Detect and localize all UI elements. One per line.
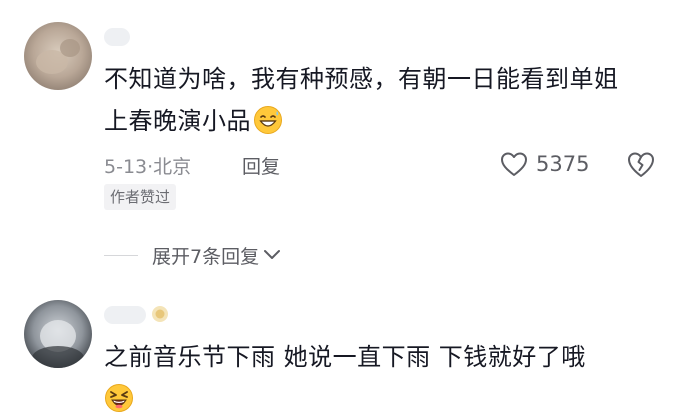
comment-location: 北京 xyxy=(153,156,192,178)
username[interactable] xyxy=(104,306,146,324)
author-liked-badge: 作者赞过 xyxy=(104,184,177,210)
comment-text-segment: 上春晚演小品 xyxy=(104,107,251,135)
chevron-down-icon xyxy=(259,249,281,261)
avatar[interactable] xyxy=(24,22,92,90)
like-count: 5375 xyxy=(536,152,590,176)
divider xyxy=(104,254,138,256)
reply-button[interactable]: 回复 xyxy=(242,152,280,179)
laughing-emoji-icon xyxy=(104,383,134,413)
dislike-button[interactable] xyxy=(626,150,656,178)
comment-meta: 5-13·北京 回复 5375 xyxy=(104,150,664,178)
like-button[interactable]: 5375 xyxy=(500,150,589,178)
comment-text-line: 上春晚演小品 xyxy=(104,100,664,142)
comment-text-line: 之前音乐节下雨 她说一直下雨 下钱就好了哦 xyxy=(104,343,586,371)
user-badge-icon xyxy=(150,304,170,324)
expand-replies-button[interactable]: 展开7条回复 xyxy=(152,242,281,269)
comment-text-line: 不知道为啥，我有种预感，有朝一日能看到单姐 xyxy=(104,65,619,93)
comment-date-location: 5-13·北京 xyxy=(104,152,191,179)
comment-text-line xyxy=(104,378,664,420)
expand-replies-label: 展开7条回复 xyxy=(152,245,260,268)
avatar[interactable] xyxy=(24,300,92,368)
comment-text: 不知道为啥，我有种预感，有朝一日能看到单姐 上春晚演小品 xyxy=(104,58,664,142)
comment-text: 之前音乐节下雨 她说一直下雨 下钱就好了哦 xyxy=(104,336,664,420)
comment-date: 5-13 xyxy=(104,156,148,178)
username[interactable] xyxy=(104,28,130,46)
broken-heart-icon xyxy=(626,150,656,178)
heart-outline-icon xyxy=(500,151,528,177)
grinning-sweat-emoji-icon xyxy=(253,105,283,135)
expand-replies-row: 展开7条回复 xyxy=(104,240,281,270)
